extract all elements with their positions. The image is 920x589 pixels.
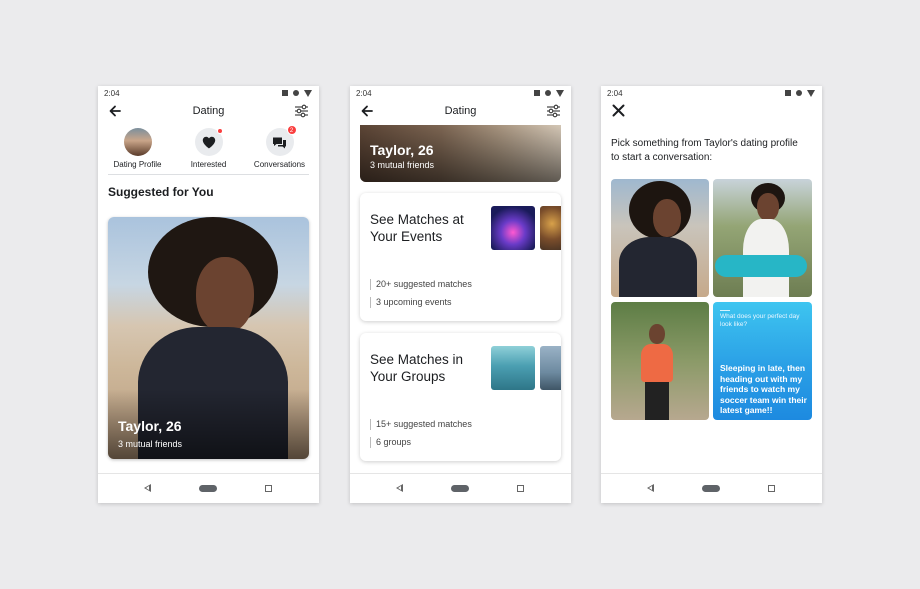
scroll-area[interactable]: Taylor, 26 3 mutual friends See Matches … [350, 125, 571, 473]
suggested-profile-card[interactable]: Taylor, 26 3 mutual friends [108, 217, 309, 459]
profile-photo-walking[interactable] [611, 302, 709, 420]
suggested-profile-card[interactable]: Taylor, 26 3 mutual friends [360, 125, 561, 182]
nav-recent-icon[interactable] [517, 485, 524, 492]
top-bar [601, 100, 822, 122]
notification-badge: 2 [286, 125, 297, 135]
photo-face [649, 324, 665, 344]
status-icons [785, 89, 815, 97]
status-bar: 2:04 [98, 86, 319, 100]
notification-icon [282, 90, 288, 96]
event-thumbnail [540, 206, 561, 250]
yoga-mat [715, 255, 807, 277]
status-time: 2:04 [356, 88, 372, 98]
shortcut-dating-profile[interactable]: Dating Profile [103, 128, 173, 174]
notification-dot [216, 128, 223, 134]
suggested-matches-count: 15+ suggested matches [370, 419, 472, 430]
wifi-icon [807, 89, 815, 97]
status-time: 2:04 [104, 88, 120, 98]
prompt-answer-card[interactable]: What does your perfect day look like? Sl… [713, 302, 812, 420]
profile-name: Taylor, 26 [370, 142, 434, 158]
nav-recent-icon[interactable] [768, 485, 775, 492]
notification-icon [534, 90, 540, 96]
profile-mutual-friends: 3 mutual friends [370, 160, 435, 170]
phone-screen-start-conversation: 2:04 Pick something from Taylor's dating… [601, 86, 822, 503]
filter-sliders-icon[interactable] [294, 104, 309, 118]
back-arrow-icon[interactable] [108, 104, 122, 118]
top-bar: Dating [98, 100, 319, 122]
status-icons [534, 89, 564, 97]
phone-screen-dating-home: 2:04 Dating Dating Profile Interested 2 … [98, 86, 319, 503]
wifi-icon [556, 89, 564, 97]
nav-back-icon[interactable] [396, 484, 403, 492]
section-title: Suggested for You [108, 185, 214, 199]
profile-photo-selfie[interactable] [611, 179, 709, 297]
android-nav-bar [98, 473, 319, 503]
event-thumbnail [491, 206, 535, 250]
android-nav-bar [601, 473, 822, 503]
divider [108, 174, 309, 175]
filter-sliders-icon[interactable] [546, 104, 561, 118]
shortcut-label: Dating Profile [113, 160, 162, 169]
nav-back-icon[interactable] [647, 484, 654, 492]
signal-icon [545, 90, 551, 96]
phone-screen-matches: 2:04 Dating Taylor, 26 3 mutual friends … [350, 86, 571, 503]
card-title: See Matches in Your Groups [370, 352, 464, 384]
wifi-icon [304, 89, 312, 97]
prompt-answer: Sleeping in late, then heading out with … [720, 363, 807, 415]
signal-icon [796, 90, 802, 96]
nav-home-icon[interactable] [199, 485, 217, 492]
notification-icon [785, 90, 791, 96]
photo-face [653, 199, 681, 237]
avatar [123, 128, 152, 156]
groups-count: 6 groups [370, 437, 411, 448]
page-title: Dating [192, 105, 225, 117]
group-thumbnail [491, 346, 535, 390]
nav-recent-icon[interactable] [265, 485, 272, 492]
nav-home-icon[interactable] [702, 485, 720, 492]
profile-mutual-friends: 3 mutual friends [118, 439, 183, 449]
interested-circle [194, 128, 223, 156]
android-nav-bar [350, 473, 571, 503]
status-icons [282, 89, 312, 97]
prompt-question: What does your perfect day look like? [720, 313, 800, 328]
shortcut-label: Conversations [253, 160, 306, 169]
conversations-circle: 2 [265, 125, 297, 156]
photo-face [757, 193, 779, 221]
conversation-prompt: Pick something from Taylor's dating prof… [611, 138, 798, 163]
signal-icon [293, 90, 299, 96]
card-title: See Matches at Your Events [370, 212, 464, 244]
groups-matches-card[interactable]: See Matches in Your Groups 15+ suggested… [360, 333, 561, 461]
close-icon[interactable] [612, 104, 625, 117]
events-matches-card[interactable]: See Matches at Your Events 20+ suggested… [360, 193, 561, 321]
nav-back-icon[interactable] [144, 484, 151, 492]
shortcut-row: Dating Profile Interested 2 Conversation… [98, 122, 319, 174]
shortcut-label: Interested [190, 160, 227, 169]
profile-photo-yoga[interactable] [713, 179, 812, 297]
photo-face [196, 257, 254, 333]
shortcut-conversations[interactable]: 2 Conversations [245, 125, 315, 174]
upcoming-events-count: 3 upcoming events [370, 297, 452, 308]
heart-icon [202, 136, 215, 148]
status-bar: 2:04 [601, 86, 822, 100]
nav-home-icon[interactable] [451, 485, 469, 492]
shortcut-interested[interactable]: Interested [174, 128, 244, 174]
divider [720, 310, 730, 311]
page-title: Dating [444, 105, 477, 117]
back-arrow-icon[interactable] [360, 104, 374, 118]
photo-body [641, 344, 673, 382]
top-bar: Dating [350, 100, 571, 122]
photo-legs [645, 382, 669, 420]
status-time: 2:04 [607, 88, 623, 98]
suggested-matches-count: 20+ suggested matches [370, 279, 472, 290]
status-bar: 2:04 [350, 86, 571, 100]
group-thumbnail [540, 346, 561, 390]
profile-name: Taylor, 26 [118, 418, 182, 434]
photo-body [619, 237, 697, 297]
chat-bubbles-icon [273, 137, 286, 148]
